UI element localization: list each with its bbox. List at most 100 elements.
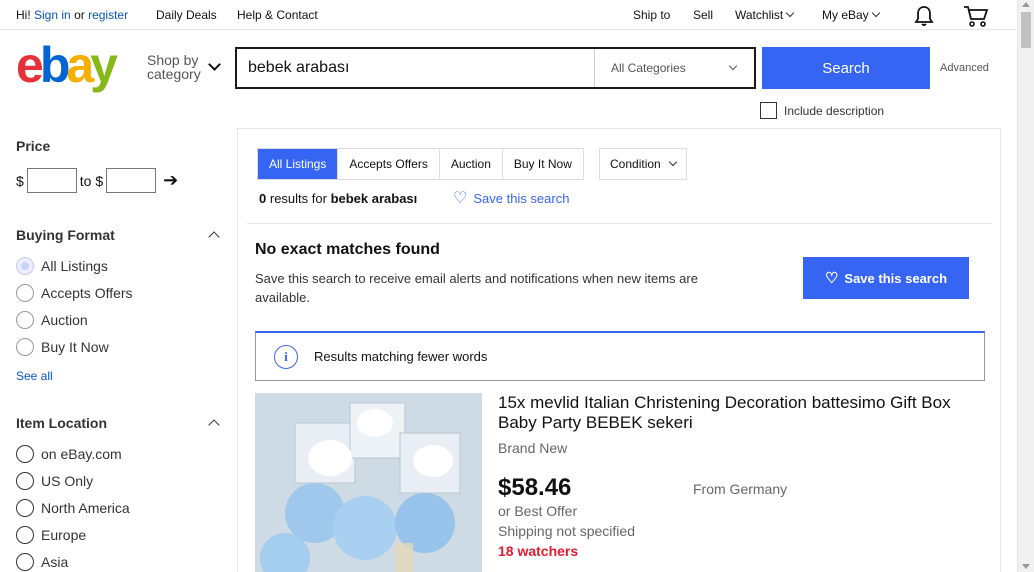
item-title-link[interactable]: 15x mevlid Italian Christening Decoratio… (498, 393, 978, 433)
radio-icon (16, 257, 34, 275)
category-select[interactable]: All Categories (594, 49, 754, 87)
info-text: Results matching fewer words (314, 349, 488, 364)
results-panel: All Listings Accepts Offers Auction Buy … (237, 128, 1001, 572)
results-for-text: results for (269, 191, 327, 206)
currency-label: $ (16, 172, 24, 189)
results-query: bebek arabası (330, 191, 418, 206)
item-shipping: Shipping not specified (498, 523, 635, 539)
max-price-input[interactable] (106, 168, 157, 193)
chevron-down-icon (668, 157, 677, 167)
info-banner: i Results matching fewer words (255, 331, 985, 381)
sell-link[interactable]: Sell (693, 8, 713, 22)
format-all-listings[interactable]: All Listings (16, 257, 108, 275)
save-search-link-label: Save this search (473, 191, 570, 206)
tab-accepts-offers[interactable]: Accepts Offers (338, 149, 440, 179)
radio-icon (16, 553, 34, 571)
tab-all-listings[interactable]: All Listings (258, 149, 339, 179)
location-label: Asia (41, 554, 69, 570)
condition-label: Condition (610, 157, 661, 171)
format-label: Buy It Now (41, 339, 109, 355)
divider (247, 223, 992, 224)
radio-icon (16, 284, 34, 302)
scroll-down-icon[interactable] (1022, 564, 1030, 569)
location-europe[interactable]: Europe (16, 526, 86, 544)
greeting: Hi! Sign in or register (16, 8, 128, 22)
heart-icon: ♡ (453, 190, 468, 207)
item-location-heading: Item Location (16, 415, 108, 431)
save-search-link[interactable]: ♡ Save this search (453, 190, 570, 207)
item-best-offer: or Best Offer (498, 503, 578, 519)
results-count: 0 (259, 191, 267, 206)
sign-in-link[interactable]: Sign in (34, 8, 71, 22)
format-label: Auction (41, 312, 88, 328)
chevron-down-icon (871, 8, 880, 18)
to-label: to $ (79, 172, 104, 189)
cart-icon[interactable] (963, 4, 989, 31)
condition-dropdown[interactable]: Condition (599, 148, 687, 180)
chevron-down-icon[interactable] (208, 58, 221, 71)
search-button[interactable]: Search (762, 47, 930, 89)
listing-type-tabs: All Listings Accepts Offers Auction Buy … (257, 148, 584, 180)
radio-icon (16, 311, 34, 329)
help-contact-link[interactable]: Help & Contact (237, 8, 318, 22)
scroll-thumb[interactable] (1021, 12, 1031, 48)
location-asia[interactable]: Asia (16, 553, 68, 571)
or-text: or (74, 8, 85, 22)
top-nav-bar: Hi! Sign in or register Daily Deals Help… (0, 0, 1016, 30)
location-label: US Only (41, 473, 94, 489)
results-summary: 0 results for bebek arabası (259, 191, 417, 206)
save-search-button[interactable]: ♡ Save this search (803, 257, 969, 299)
format-auction[interactable]: Auction (16, 311, 88, 329)
buying-format-heading: Buying Format (16, 227, 115, 243)
format-label: All Listings (41, 258, 108, 274)
location-label: on eBay.com (41, 446, 122, 462)
shop-by-label: Shop by (147, 52, 199, 68)
scroll-up-icon[interactable] (1022, 2, 1030, 7)
radio-icon (16, 526, 34, 544)
vertical-scrollbar[interactable] (1017, 0, 1034, 572)
chevron-down-icon (785, 8, 795, 18)
arrow-right-icon[interactable]: ➔ (163, 170, 178, 191)
no-match-text: Save this search to receive email alerts… (255, 271, 698, 305)
radio-icon (16, 499, 34, 517)
format-accepts-offers[interactable]: Accepts Offers (16, 284, 133, 302)
item-watchers: 18 watchers (498, 543, 579, 559)
my-ebay-label: My eBay (822, 8, 869, 22)
chevron-up-icon[interactable] (208, 419, 220, 431)
chevron-up-icon[interactable] (208, 231, 220, 243)
search-input[interactable] (237, 49, 594, 87)
location-ebay-com[interactable]: on eBay.com (16, 445, 122, 463)
location-label: North America (41, 500, 130, 516)
search-box: All Categories (235, 47, 756, 89)
include-description-checkbox[interactable] (760, 102, 777, 119)
format-label: Accepts Offers (41, 285, 133, 301)
heart-icon: ♡ (824, 269, 839, 287)
ebay-logo[interactable]: ebay (16, 40, 118, 90)
watchlist-menu[interactable]: Watchlist (735, 8, 795, 22)
chevron-down-icon (728, 61, 738, 71)
tab-buy-it-now[interactable]: Buy It Now (502, 149, 583, 179)
item-location: From Germany (693, 481, 788, 497)
tab-auction[interactable]: Auction (439, 149, 503, 179)
location-north-america[interactable]: North America (16, 499, 130, 517)
item-image[interactable] (255, 393, 482, 572)
register-link[interactable]: register (88, 8, 128, 22)
my-ebay-menu[interactable]: My eBay (822, 8, 880, 22)
format-buy-it-now[interactable]: Buy It Now (16, 338, 109, 356)
save-search-button-label: Save this search (844, 270, 948, 286)
item-condition: Brand New (498, 440, 568, 456)
ship-to-link[interactable]: Ship to (633, 8, 670, 22)
min-price-input[interactable] (26, 168, 77, 193)
category-select-value: All Categories (611, 61, 686, 75)
category-label: category (147, 66, 201, 82)
daily-deals-link[interactable]: Daily Deals (156, 8, 217, 22)
location-us-only[interactable]: US Only (16, 472, 93, 490)
include-description[interactable]: Include description (760, 102, 884, 119)
radio-icon (16, 338, 34, 356)
shop-by-category[interactable]: Shop by category (147, 53, 201, 81)
price-range: $ to $ ➔ (16, 168, 178, 193)
advanced-search-link[interactable]: Advanced (940, 62, 989, 74)
see-all-link[interactable]: See all (16, 369, 53, 383)
bell-icon[interactable] (913, 5, 935, 30)
radio-icon (16, 472, 34, 490)
